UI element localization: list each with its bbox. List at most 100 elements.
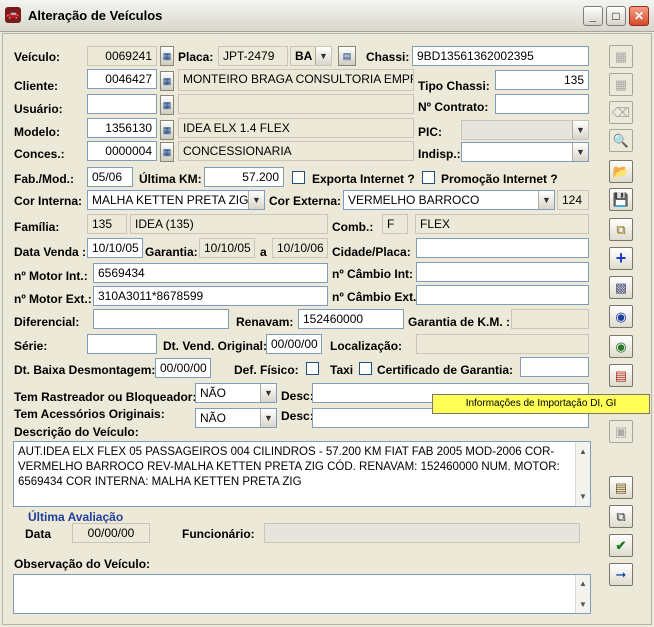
grid-edit-icon[interactable]: ▦ [609, 73, 633, 96]
usuario-label: Usuário: [14, 102, 63, 116]
dt-baixa-field[interactable]: 00/00/00 [155, 358, 211, 378]
descricao-label: Descrição do Veículo: [14, 425, 139, 439]
promocao-checkbox[interactable] [422, 171, 435, 184]
acessorios-select[interactable]: NÃO ▼ [195, 408, 277, 428]
pic-label: PIC: [418, 125, 442, 139]
dt-vend-original-field[interactable]: 00/00/00 [266, 334, 322, 354]
chassi-label: Chassi: [366, 50, 410, 64]
placa-uf-select[interactable]: BA ▼ [290, 46, 332, 66]
usuario-code-field[interactable] [87, 94, 157, 114]
modelo-search-button[interactable]: ▦ [160, 120, 174, 140]
duplicate-icon[interactable]: ⧉ [609, 505, 633, 528]
funcionario-label: Funcionário: [182, 527, 255, 541]
pic-select[interactable]: ▼ [461, 120, 589, 140]
chevron-down-icon[interactable]: ▼ [538, 191, 554, 209]
preview-icon[interactable]: 🔍 [609, 129, 633, 152]
acessorios-desc-label: Desc: [281, 409, 314, 423]
cor-externa-select[interactable]: VERMELHO BARROCO ▼ [343, 190, 555, 210]
modelo-name-field: IDEA ELX 1.4 FLEX [178, 118, 414, 138]
rastreador-value: NÃO [200, 386, 227, 400]
rastreador-desc-label: Desc: [281, 389, 314, 403]
modelo-code-field[interactable]: 1356130 [87, 118, 157, 138]
chevron-down-icon[interactable]: ▼ [248, 191, 264, 209]
motor-ext-field[interactable]: 310A3011*8678599 [93, 286, 328, 306]
conces-search-button[interactable]: ▦ [160, 142, 174, 162]
placa-field[interactable]: JPT-2479 [218, 46, 288, 66]
observacao-scrollbar[interactable]: ▲ ▼ [575, 575, 590, 613]
taxi-checkbox[interactable] [359, 362, 372, 375]
renavam-field[interactable]: 152460000 [298, 309, 404, 329]
car-icon: 🚗 [5, 7, 21, 23]
chevron-down-icon[interactable]: ▼ [260, 384, 276, 402]
chevron-down-icon[interactable]: ▼ [315, 47, 331, 65]
ultima-km-field[interactable]: 57.200 [204, 167, 284, 187]
data-venda-field[interactable]: 10/10/05 [87, 238, 143, 258]
chevron-down-icon[interactable]: ▼ [572, 121, 588, 139]
placa-list-button[interactable]: ▤ [338, 46, 356, 66]
descricao-textarea[interactable]: AUT.IDEA ELX FLEX 05 PASSAGEIROS 004 CIL… [13, 441, 591, 507]
cor-externa-code: 124 [557, 190, 589, 210]
certificado-field[interactable] [520, 357, 589, 377]
minimize-button[interactable]: _ [583, 6, 603, 26]
photo-list-icon[interactable]: ▩ [609, 276, 633, 299]
motor-int-label: nº Motor Int.: [14, 269, 88, 283]
garantia-label: Garantia: [145, 245, 198, 259]
def-fisico-label: Def. Físico: [234, 363, 299, 377]
veiculo-label: Veículo: [14, 50, 61, 64]
grid-add-icon[interactable]: ▦ [609, 45, 633, 68]
cambio-ext-field[interactable] [416, 285, 589, 305]
scroll-down-icon[interactable]: ▼ [579, 489, 587, 504]
indisp-select[interactable]: ▼ [461, 142, 589, 162]
maximize-button[interactable]: □ [606, 6, 626, 26]
tipo-chassi-field[interactable]: 135 [495, 70, 589, 90]
eraser-icon[interactable]: ⌫ [609, 101, 633, 124]
report-icon[interactable]: ▤ [609, 476, 633, 499]
cambio-int-label: nº Câmbio Int: [332, 267, 414, 281]
exporta-label: Exporta Internet ? [312, 172, 415, 186]
motor-int-field[interactable]: 6569434 [93, 263, 328, 283]
dt-baixa-label: Dt. Baixa Desmontagem: [14, 363, 156, 377]
chevron-down-icon[interactable]: ▼ [260, 409, 276, 427]
globe-icon[interactable]: ◉ [609, 335, 633, 358]
exporta-checkbox[interactable] [292, 171, 305, 184]
open-folder-icon[interactable]: 📂 [609, 160, 633, 183]
serie-field[interactable] [87, 334, 157, 354]
usuario-search-button[interactable]: ▦ [160, 95, 174, 115]
localizacao-label: Localização: [330, 339, 403, 353]
chevron-down-icon[interactable]: ▼ [572, 143, 588, 161]
cidade-placa-field[interactable] [416, 238, 589, 258]
taxi-label: Taxi [330, 363, 354, 377]
cambio-int-field[interactable] [416, 262, 589, 282]
veiculo-field[interactable]: 0069241 [87, 46, 157, 66]
diferencial-field[interactable] [93, 309, 229, 329]
exit-door-icon[interactable]: ➞ [609, 563, 633, 586]
conces-label: Conces.: [14, 147, 65, 161]
fab-mod-field[interactable]: 05/06 [87, 167, 133, 187]
familia-code: 135 [87, 214, 127, 234]
rastreador-label: Tem Rastreador ou Bloqueador: [14, 390, 197, 404]
scroll-up-icon[interactable]: ▲ [579, 576, 587, 591]
cliente-code-field[interactable]: 0046427 [87, 69, 157, 89]
check-save-icon[interactable]: ✔ [609, 534, 633, 557]
def-fisico-checkbox[interactable] [306, 362, 319, 375]
chassi-field[interactable]: 9BD13561362002395 [412, 46, 589, 66]
copy-icon[interactable]: ⧉ [609, 218, 633, 241]
cliente-name-field: MONTEIRO BRAGA CONSULTORIA EMPR [178, 69, 414, 91]
conces-code-field[interactable]: 0000004 [87, 141, 157, 161]
window-title: Alteração de Veículos [28, 8, 163, 23]
camera-icon[interactable]: ◉ [609, 305, 633, 328]
veiculo-search-button[interactable]: ▦ [160, 46, 174, 66]
save-disk-icon[interactable]: 💾 [609, 188, 633, 211]
add-plus-icon[interactable]: + [609, 247, 633, 270]
close-button[interactable]: ✕ [629, 6, 649, 26]
cor-interna-select[interactable]: MALHA KETTEN PRETA ZIG ▼ [87, 190, 265, 210]
stamp-icon[interactable]: ▣ [609, 420, 633, 443]
descricao-scrollbar[interactable]: ▲ ▼ [575, 442, 590, 506]
contrato-field[interactable] [495, 94, 589, 114]
scroll-up-icon[interactable]: ▲ [579, 444, 587, 459]
observacao-textarea[interactable]: ▲ ▼ [13, 574, 591, 614]
import-info-icon[interactable]: ▤ [609, 364, 633, 387]
cliente-search-button[interactable]: ▦ [160, 71, 174, 91]
scroll-down-icon[interactable]: ▼ [579, 597, 587, 612]
rastreador-select[interactable]: NÃO ▼ [195, 383, 277, 403]
